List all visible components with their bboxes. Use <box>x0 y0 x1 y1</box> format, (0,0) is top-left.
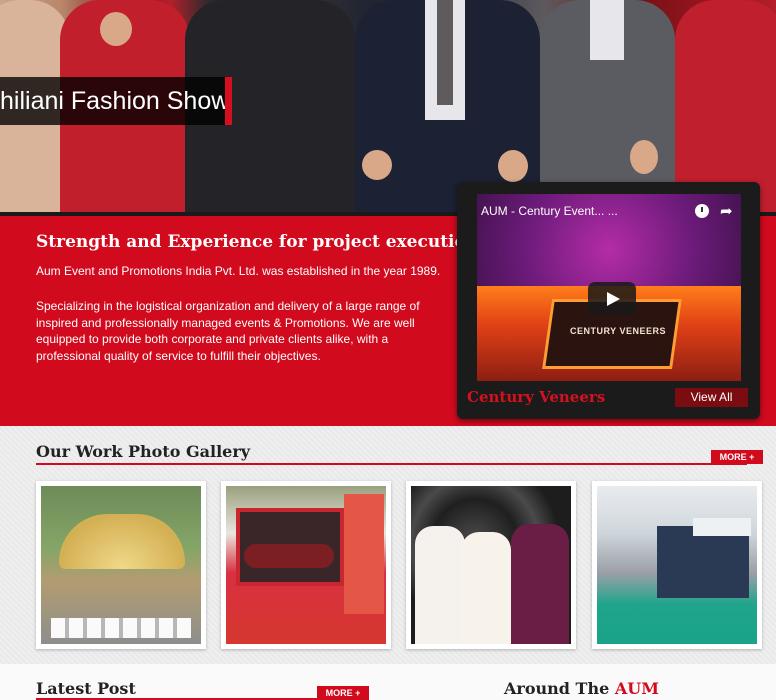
hero-hand <box>630 140 658 174</box>
image-booth <box>657 526 749 598</box>
image-canopy <box>59 514 185 569</box>
intro-paragraph: Specializing in the logistical organizat… <box>36 299 420 363</box>
image-bike <box>244 544 334 568</box>
intro-title: Strength and Experience for project exec… <box>36 232 479 252</box>
gallery-thumb[interactable] <box>592 481 762 649</box>
gallery-more-button[interactable]: MORE + <box>711 450 763 464</box>
clock-icon[interactable] <box>695 204 709 218</box>
image-sign <box>693 518 751 536</box>
video-widget: CENTURY VENEERS AUM - Century Event... .… <box>457 182 760 419</box>
gallery-thumb[interactable] <box>221 481 391 649</box>
image-chairs <box>51 618 191 638</box>
video-title[interactable]: AUM - Century Event... ... <box>481 204 618 218</box>
hero-hand <box>100 12 132 46</box>
stage-text: CENTURY VENEERS <box>569 326 667 336</box>
around-heading: Around The AUM <box>504 679 659 698</box>
hero-shirt <box>590 0 624 60</box>
gallery-image <box>226 486 386 644</box>
hero-hand <box>498 150 528 182</box>
intro-paragraph: Aum Event and Promotions India Pvt. Ltd.… <box>36 264 441 278</box>
play-icon[interactable] <box>588 282 636 315</box>
view-all-button[interactable]: View All <box>675 388 748 407</box>
gallery-image <box>41 486 201 644</box>
gallery-image <box>597 486 757 644</box>
gallery-divider <box>36 463 747 465</box>
share-icon[interactable]: ➦ <box>720 202 733 220</box>
image-person <box>415 526 465 644</box>
video-caption[interactable]: Century Veneers <box>467 388 605 406</box>
latest-more-button[interactable]: MORE + <box>317 686 369 700</box>
hero-figure <box>675 0 776 212</box>
hero-tie <box>437 0 453 105</box>
around-heading-prefix: Around The <box>504 679 615 698</box>
gallery-thumb[interactable] <box>36 481 206 649</box>
gallery-image <box>411 486 571 644</box>
gallery-heading: Our Work Photo Gallery <box>36 442 251 461</box>
around-heading-accent: AUM <box>614 679 659 698</box>
hero-caption: hiliani Fashion Show <box>0 77 232 125</box>
hero-hand <box>362 150 392 180</box>
image-banner <box>344 494 384 614</box>
video-player[interactable]: CENTURY VENEERS AUM - Century Event... .… <box>477 194 741 381</box>
latest-post-heading: Latest Post <box>36 679 136 698</box>
hero-banner: hiliani Fashion Show <box>0 0 776 212</box>
gallery-thumb[interactable] <box>406 481 576 649</box>
image-person <box>461 532 511 644</box>
image-person <box>511 524 569 644</box>
